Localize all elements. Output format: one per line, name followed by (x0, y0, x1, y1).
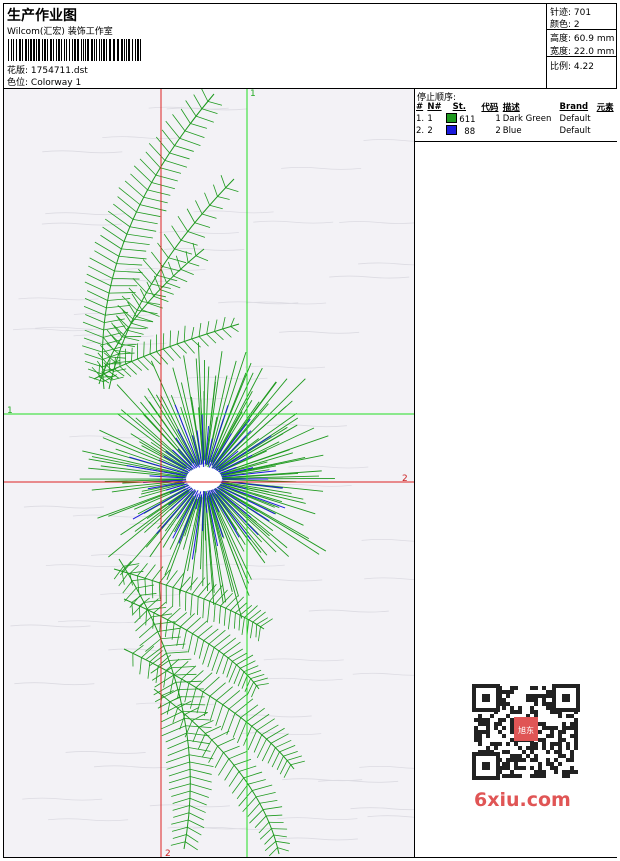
page-title: 生产作业图 (7, 8, 77, 24)
color-swatch (445, 113, 457, 123)
guide-label-bottom: 2 (165, 849, 171, 857)
stop-sequence-table: # N# St. 代码 描述 Brand 元素 1. 1 611 1 Dark … (415, 101, 617, 137)
divider (415, 141, 617, 142)
embroidery-design: 1 1 2 2 (4, 89, 414, 857)
header-panel: 生产作业图 Wilcom(汇宏) 装饰工作室 花版: 1754711.dst 色… (4, 4, 546, 89)
col-brand: Brand (559, 102, 589, 112)
svg-text:旭东: 旭东 (518, 725, 534, 735)
design-canvas: 1 1 2 2 (4, 89, 414, 857)
col-element: 元素 (596, 103, 614, 113)
col-index: # (416, 102, 424, 112)
divider (547, 29, 617, 30)
table-row: 2. 2 88 2 Blue Default (416, 125, 591, 137)
colorway-value: Colorway 1 (30, 78, 82, 88)
barcode-icon (8, 39, 141, 61)
qr-code-icon: 旭东 (470, 683, 582, 783)
guide-label-left: 1 (7, 406, 13, 416)
color-swatch (445, 125, 457, 135)
col-description: 描述 (502, 103, 520, 113)
colorway-line: 色位: Colorway 1 (7, 75, 81, 88)
design-height: 高度: 60.9 mm (550, 34, 615, 44)
colorway-label: 色位: (7, 78, 29, 88)
watermark: 6xiu.com (474, 789, 571, 811)
divider (547, 56, 617, 57)
company-name: Wilcom(汇宏) 装饰工作室 (7, 27, 113, 37)
design-scale: 比例: 4.22 (550, 62, 594, 72)
col-stitches: St. (452, 102, 466, 112)
col-code: 代码 (481, 103, 499, 113)
table-header-row: # N# St. 代码 描述 Brand 元素 (415, 101, 617, 113)
table-row: 1. 1 611 1 Dark Green Default (416, 113, 591, 125)
guide-label-top: 1 (250, 89, 256, 99)
stats-panel: 针迹: 701 颜色: 2 高度: 60.9 mm 宽度: 22.0 mm 比例… (546, 4, 617, 89)
col-needle: N# (427, 102, 442, 112)
guide-label-right: 2 (402, 474, 408, 484)
